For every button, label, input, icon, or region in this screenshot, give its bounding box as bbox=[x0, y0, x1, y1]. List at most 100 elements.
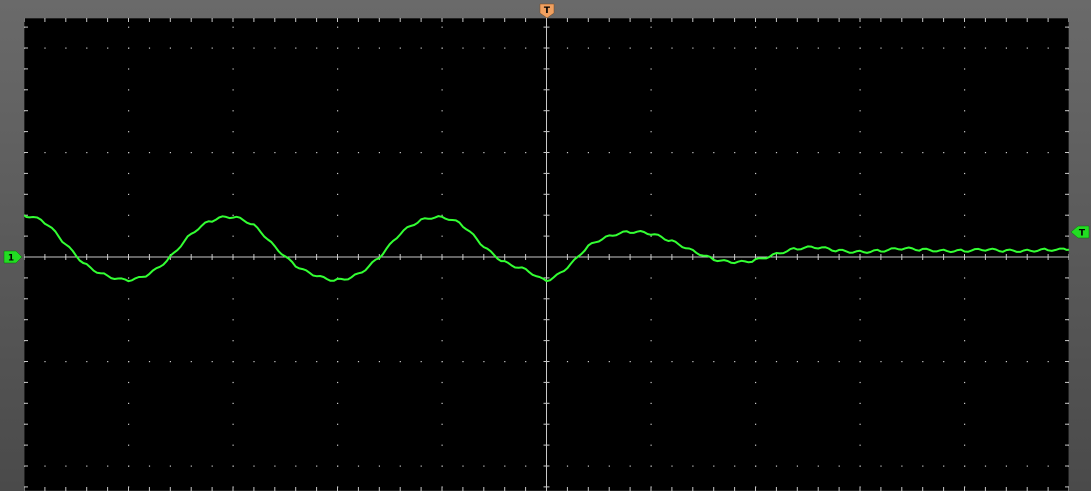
trigger-position-marker[interactable]: T bbox=[539, 3, 555, 19]
waveform-display[interactable] bbox=[24, 18, 1069, 491]
channel-1-marker[interactable]: 1 bbox=[3, 250, 23, 264]
grid-dot bbox=[755, 47, 757, 49]
grid-dot bbox=[922, 152, 924, 154]
grid-dot bbox=[399, 47, 401, 49]
grid-dot bbox=[441, 298, 443, 300]
grid-dot bbox=[337, 172, 339, 175]
graticule bbox=[24, 18, 1069, 491]
grid-dot bbox=[713, 465, 715, 467]
grid-dot bbox=[316, 465, 318, 467]
grid-dot bbox=[232, 193, 234, 195]
waveform-plot bbox=[24, 18, 1069, 491]
grid-dot bbox=[399, 465, 401, 467]
grid-dot bbox=[964, 361, 966, 363]
grid-dot bbox=[441, 381, 443, 384]
grid-dot bbox=[441, 193, 443, 195]
grid-dot bbox=[1047, 152, 1049, 154]
grid-dot bbox=[859, 214, 861, 216]
grid-dot bbox=[796, 361, 798, 363]
grid-dot bbox=[755, 402, 757, 404]
grid-dot bbox=[984, 152, 987, 154]
grid-dot bbox=[190, 47, 192, 49]
grid-dot bbox=[859, 444, 861, 446]
grid-dot bbox=[984, 47, 987, 49]
grid-dot bbox=[232, 47, 234, 49]
grid-dot bbox=[964, 444, 966, 446]
grid-dot bbox=[859, 47, 861, 49]
grid-dot bbox=[964, 298, 966, 300]
trigger-position-label: T bbox=[544, 6, 551, 16]
grid-dot bbox=[587, 465, 589, 467]
grid-dot bbox=[128, 340, 130, 342]
grid-dot bbox=[1005, 47, 1007, 49]
grid-dot bbox=[713, 152, 715, 154]
grid-dot bbox=[65, 47, 67, 49]
grid-dot bbox=[755, 361, 757, 363]
oscilloscope-window: T 1 T bbox=[0, 0, 1091, 491]
grid-dot bbox=[817, 361, 819, 363]
grid-dot bbox=[128, 423, 130, 425]
grid-dot bbox=[128, 26, 130, 28]
grid-dot bbox=[504, 361, 506, 363]
grid-dot bbox=[441, 277, 443, 279]
grid-dot bbox=[253, 361, 255, 363]
grid-dot bbox=[650, 172, 652, 175]
grid-dot bbox=[483, 152, 485, 154]
grid-dot bbox=[274, 47, 276, 49]
grid-dot bbox=[984, 465, 987, 467]
grid-dot bbox=[880, 47, 882, 49]
grid-dot bbox=[671, 152, 673, 154]
grid-dot bbox=[587, 361, 589, 363]
grid-dot bbox=[671, 361, 673, 363]
grid-dot bbox=[128, 465, 130, 467]
grid-dot bbox=[608, 361, 610, 363]
grid-dot bbox=[232, 298, 234, 300]
grid-dot bbox=[964, 110, 966, 112]
grid-dot bbox=[755, 444, 757, 446]
grid-dot bbox=[462, 152, 464, 154]
grid-dot bbox=[650, 26, 652, 28]
grid-dot bbox=[650, 381, 652, 384]
grid-dot bbox=[650, 361, 652, 363]
grid-dot bbox=[650, 423, 652, 425]
grid-dot bbox=[420, 152, 422, 154]
grid-dot bbox=[943, 152, 945, 154]
grid-dot bbox=[190, 465, 192, 467]
grid-dot bbox=[86, 152, 88, 154]
grid-dot bbox=[316, 152, 318, 154]
grid-dot bbox=[337, 319, 339, 321]
grid-dot bbox=[796, 47, 798, 49]
grid-dot bbox=[441, 444, 443, 446]
grid-dot bbox=[650, 444, 652, 446]
grid-dot bbox=[755, 89, 757, 91]
grid-dot bbox=[984, 361, 987, 363]
grid-dot bbox=[274, 465, 276, 467]
grid-dot bbox=[859, 402, 861, 404]
grid-dot bbox=[357, 361, 360, 363]
grid-dot bbox=[128, 193, 130, 195]
grid-dot bbox=[1047, 465, 1049, 467]
grid-dot bbox=[566, 361, 569, 363]
grid-dot bbox=[44, 47, 46, 49]
grid-dot bbox=[378, 465, 380, 467]
grid-dot bbox=[253, 47, 255, 49]
grid-dot bbox=[1005, 152, 1007, 154]
grid-dot bbox=[232, 68, 234, 70]
grid-dot bbox=[859, 340, 861, 342]
grid-dot bbox=[462, 47, 464, 49]
grid-dot bbox=[838, 47, 840, 49]
trigger-level-label: T bbox=[1079, 229, 1086, 239]
grid-dot bbox=[128, 47, 130, 49]
grid-dot bbox=[755, 465, 757, 467]
grid-dot bbox=[734, 152, 736, 154]
grid-dot bbox=[755, 381, 757, 384]
grid-dot bbox=[650, 131, 652, 133]
grid-dot bbox=[441, 402, 443, 404]
trigger-level-marker[interactable]: T bbox=[1070, 225, 1090, 239]
grid-dot bbox=[337, 68, 339, 70]
grid-dot bbox=[420, 361, 422, 363]
grid-dot bbox=[608, 47, 610, 49]
grid-dot bbox=[483, 47, 485, 49]
grid-dot bbox=[295, 361, 297, 363]
grid-dot bbox=[566, 47, 569, 49]
